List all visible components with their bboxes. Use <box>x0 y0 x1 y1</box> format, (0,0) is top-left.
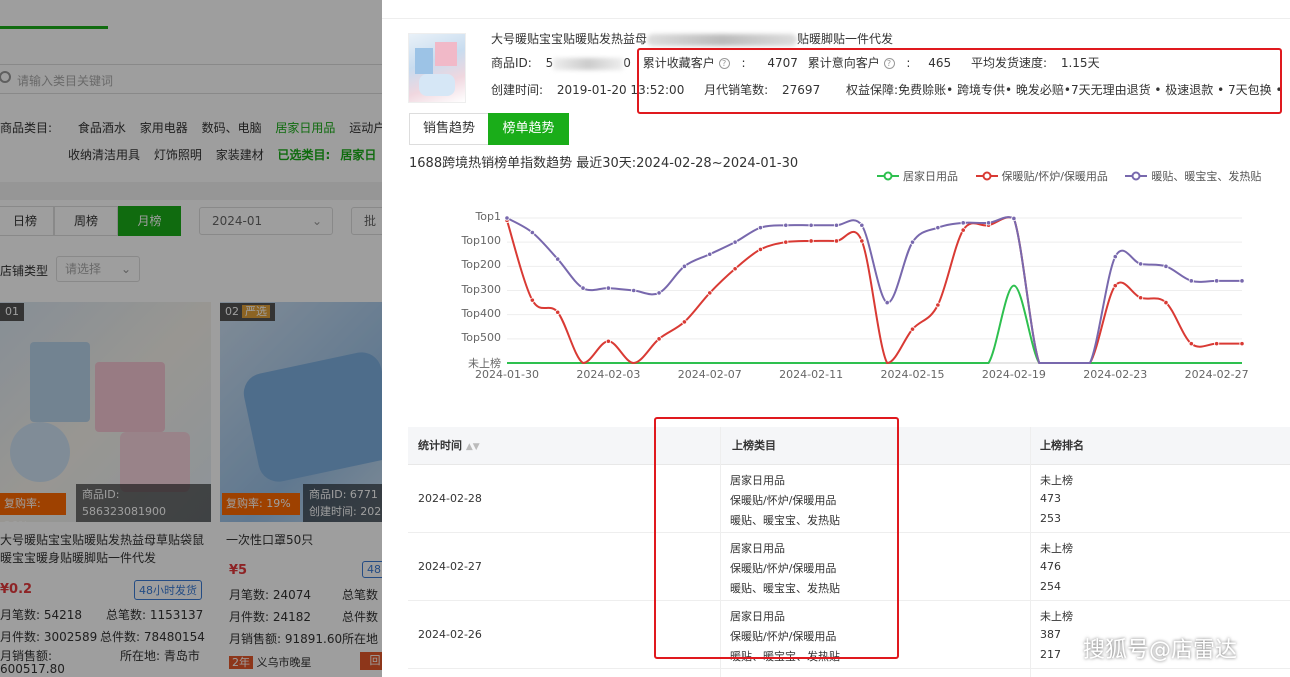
data-point[interactable] <box>909 326 916 332</box>
data-point[interactable] <box>757 246 764 253</box>
cell-rank: 未上榜 <box>1040 542 1073 555</box>
chart-title: 1688跨境热销榜单指数趋势 最近30天:2024-02-28~2024-01-… <box>409 156 799 171</box>
legend-label: 居家日用品 <box>903 170 958 183</box>
data-point[interactable] <box>833 222 840 228</box>
legend-label: 暖贴、暖宝宝、发热贴 <box>1151 170 1262 183</box>
data-point[interactable] <box>1239 278 1245 284</box>
data-point[interactable] <box>884 299 890 306</box>
data-point[interactable] <box>783 222 789 228</box>
data-point[interactable] <box>529 297 535 303</box>
data-point[interactable] <box>529 229 535 236</box>
data-point[interactable] <box>732 239 738 245</box>
data-point[interactable] <box>1214 341 1220 347</box>
data-point[interactable] <box>605 285 611 291</box>
data-point[interactable] <box>707 251 713 257</box>
data-point[interactable] <box>1163 299 1169 306</box>
data-point[interactable] <box>833 238 840 244</box>
data-point[interactable] <box>1163 263 1169 269</box>
data-point[interactable] <box>859 238 865 244</box>
cell-rank: 217 <box>1040 648 1061 661</box>
data-point[interactable] <box>1112 283 1118 289</box>
data-point[interactable] <box>1138 261 1144 267</box>
tab-sales-trend[interactable]: 销售趋势 <box>409 113 489 145</box>
product-title: 大号暖贴宝宝贴暖贴发热益母 贴暖脚贴一件代发 <box>491 30 893 47</box>
chart-legend: 居家日用品 保暖贴/怀炉/保暖用品 暖贴、暖宝宝、发热贴 <box>877 168 1275 184</box>
background-page: 请输入类目关键词 商品类目: 食品酒水 家用电器 数码、电脑 居家日用品 运动户… <box>0 0 382 677</box>
highlight-box <box>654 417 899 659</box>
legend-item[interactable]: 暖贴、暖宝宝、发热贴 <box>1125 168 1261 184</box>
data-point[interactable] <box>681 319 688 325</box>
cell-rank: 253 <box>1040 512 1061 525</box>
cell-date: 2024-02-26 <box>418 628 482 641</box>
data-point[interactable] <box>1188 341 1194 347</box>
legend-marker-icon <box>1125 171 1148 181</box>
legend-marker-icon <box>975 171 998 181</box>
data-point[interactable] <box>859 222 865 228</box>
sort-icon[interactable]: ▲▼ <box>466 442 480 452</box>
cell-rank: 未上榜 <box>1040 474 1073 487</box>
data-point[interactable] <box>656 290 662 296</box>
data-point[interactable] <box>1239 341 1245 347</box>
cell-rank: 387 <box>1040 628 1061 641</box>
product-id-label: 商品ID: <box>491 56 532 70</box>
data-point[interactable] <box>757 225 764 231</box>
data-point[interactable] <box>504 215 510 221</box>
data-point[interactable] <box>935 225 941 231</box>
column-header-rank: 上榜排名 <box>1040 439 1084 452</box>
row-divider <box>408 668 1290 669</box>
product-detail-panel: 大号暖贴宝宝贴暖贴发热益母 贴暖脚贴一件代发 商品ID: 50 累计收藏客户 ? … <box>382 0 1290 677</box>
data-point[interactable] <box>808 222 814 228</box>
created-label: 创建时间: <box>491 83 544 97</box>
product-id-value: 5 <box>545 56 554 70</box>
data-point[interactable] <box>605 338 611 344</box>
watermark: 搜狐号@店雷达 <box>1083 638 1238 663</box>
legend-item[interactable]: 居家日用品 <box>877 168 958 184</box>
data-point[interactable] <box>631 287 637 294</box>
data-point[interactable] <box>1188 278 1194 284</box>
panel-top-divider <box>382 18 1290 19</box>
data-point[interactable] <box>960 220 966 226</box>
cell-rank: 473 <box>1040 492 1061 505</box>
legend-label: 保暖贴/怀炉/保暖用品 <box>1001 170 1108 183</box>
cell-date: 2024-02-28 <box>418 492 482 505</box>
data-point[interactable] <box>1112 254 1118 260</box>
highlight-box <box>637 48 1282 114</box>
cell-rank: 未上榜 <box>1040 610 1073 623</box>
data-point[interactable] <box>555 256 561 262</box>
data-point[interactable] <box>960 227 966 233</box>
product-title-end: 贴暖脚贴一件代发 <box>797 32 894 46</box>
data-point[interactable] <box>935 302 941 308</box>
column-header-date[interactable]: 统计时间 ▲▼ <box>418 427 480 465</box>
data-point[interactable] <box>1011 215 1017 222</box>
series-line-0 <box>506 284 1242 364</box>
cell-rank: 254 <box>1040 580 1061 593</box>
product-id-tail: 0 <box>623 56 631 70</box>
blurred-text <box>553 57 624 70</box>
data-point[interactable] <box>681 263 688 269</box>
legend-item[interactable]: 保暖贴/怀炉/保暖用品 <box>975 168 1108 184</box>
legend-marker-icon <box>877 171 899 181</box>
data-point[interactable] <box>707 290 713 296</box>
data-point[interactable] <box>783 239 789 245</box>
modal-overlay[interactable] <box>0 0 382 677</box>
rank-trend-chart <box>504 215 1245 365</box>
cell-rank: 476 <box>1040 560 1061 573</box>
data-point[interactable] <box>656 336 662 342</box>
data-point[interactable] <box>732 266 738 272</box>
tab-rank-trend[interactable]: 榜单趋势 <box>488 113 569 145</box>
product-thumbnail <box>408 33 466 103</box>
data-point[interactable] <box>909 239 916 245</box>
data-point[interactable] <box>985 220 992 226</box>
data-point[interactable] <box>555 309 561 315</box>
data-point[interactable] <box>1214 278 1220 284</box>
data-point[interactable] <box>580 285 586 291</box>
data-point[interactable] <box>808 238 814 244</box>
data-point[interactable] <box>1138 295 1144 301</box>
product-title-start: 大号暖贴宝宝贴暖贴发热益母 <box>491 32 648 46</box>
cell-date: 2024-02-27 <box>418 560 482 573</box>
blurred-text <box>647 33 798 46</box>
